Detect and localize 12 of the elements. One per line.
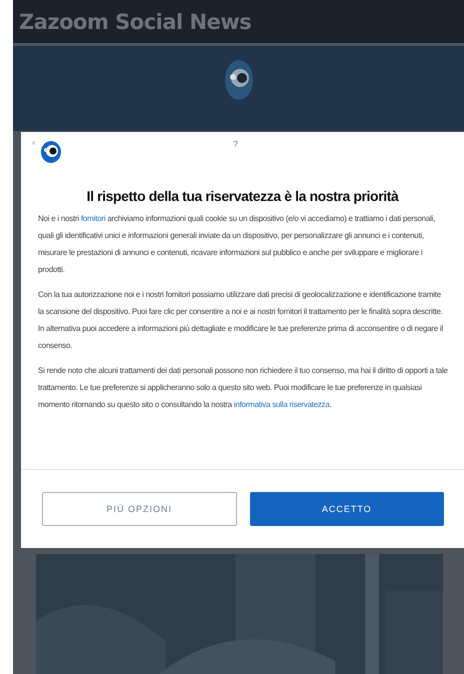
- text-link[interactable]: informativa sulla riservatezza: [234, 400, 330, 409]
- logo-icon: [40, 140, 62, 164]
- help-link[interactable]: ?: [233, 139, 238, 149]
- dialog-title: Il rispetto della tua riservatezza è la nostra priorità: [86, 188, 400, 204]
- consent-paragraph: Si rende noto che alcuni trattamenti dei dati personali possono non richiedere il tuo consenso, ma hai il diritto di opporti a tale trattamento. Le tue preferenze si applicheranno solo a questo sito web. Puoi modificare le tue preferenze in qualsiasi momento ritornando su questo sito o consultando la nostra informativa sulla riservatezza.: [38, 365, 448, 411]
- logo-icon: [222, 58, 254, 102]
- options-button[interactable]: PIÙ OPZIONI: [42, 492, 236, 526]
- consent-paragraph: Con la tua autorizzazione noi e i nostri fornitori possiamo utilizzare dati precisi di geolocalizzazione e identificazione tramite la scansione del dispositivo. Puoi fare clic per consentire a noi e ai nostri fornitori il trattamento per le finalità sopra descritte. In alternativa puoi accedere a informazioni più dettagliate e modificare le tue preferenze prima di acconsentire o di negare il consenso.: [38, 289, 444, 352]
- accept-button[interactable]: ACCETTO: [250, 492, 444, 526]
- site-title: Zazoom Social News: [19, 10, 252, 34]
- text-link[interactable]: fornitori: [80, 214, 106, 223]
- consent-paragraph: Noi e i nostri fornitori archiviamo informazioni quali cookie su un dispositivo (e/o vi accediamo) e trattiamo i dati personali, quali gli identificativi unici e informazioni generali inviate da un dispositivo, per personalizzare gli annunci e i contenuti, misurare le prestazioni di annunci e contenuti, ricavare informazioni sul pubblico e anche per sviluppare e migliorare i prodotti.: [38, 213, 436, 276]
